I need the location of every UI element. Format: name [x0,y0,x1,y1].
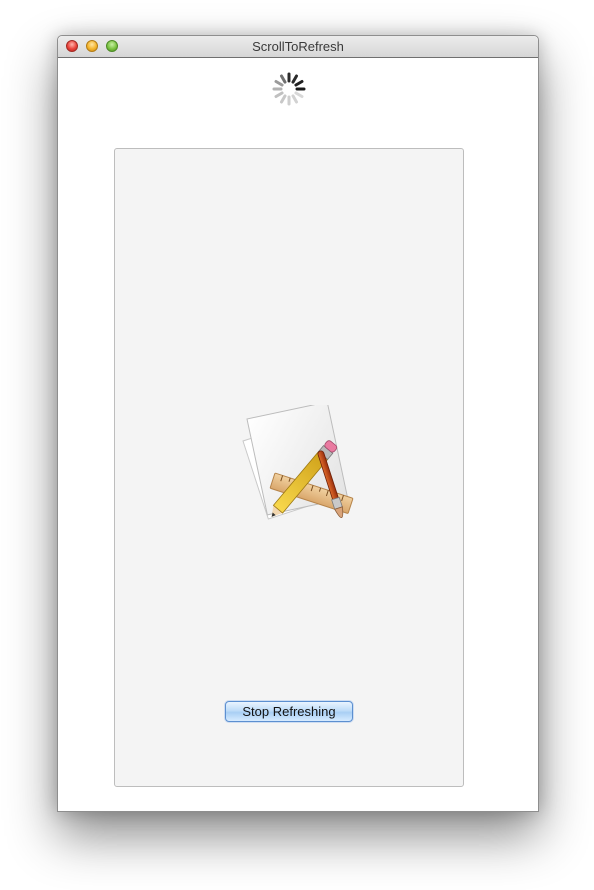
activity-spinner-icon [272,72,306,106]
window-title: ScrollToRefresh [252,39,344,54]
titlebar[interactable]: ScrollToRefresh [58,36,538,58]
xcode-app-icon [242,405,354,520]
app-window: ScrollToRefresh Stop Refreshing [57,35,539,812]
content-area: Stop Refreshing [114,148,464,787]
stop-refreshing-button[interactable]: Stop Refreshing [225,701,353,722]
